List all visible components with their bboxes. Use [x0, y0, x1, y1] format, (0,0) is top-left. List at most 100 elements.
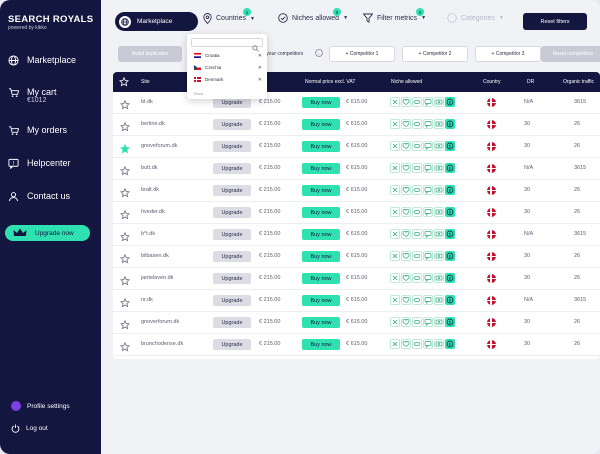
buy-now-button[interactable]: Buy now — [302, 229, 340, 240]
sidebar-item-orders[interactable]: My orders — [7, 124, 67, 136]
sidebar-item-contact[interactable]: Contact us — [7, 190, 70, 202]
site-name[interactable]: butt.dk — [141, 165, 158, 171]
pill-icon — [412, 229, 422, 239]
buy-now-button[interactable]: Buy now — [302, 273, 340, 284]
site-name[interactable]: brunchodense.dk — [141, 341, 183, 347]
competitor-1-button[interactable]: + Competitor 1 — [329, 46, 395, 62]
site-name[interactable]: gnoveforum.dk — [141, 143, 177, 149]
site-name[interactable]: nr.dk — [141, 297, 153, 303]
chevron-down-icon: ▼ — [421, 15, 427, 21]
favorite-star-icon[interactable] — [119, 207, 131, 225]
remove-icon[interactable]: ✕ — [258, 65, 262, 71]
old-price: € 215.00 — [259, 319, 281, 325]
buy-now-button[interactable]: Buy now — [302, 339, 340, 350]
dr-header[interactable]: DR — [527, 79, 534, 85]
site-header[interactable]: Site — [141, 79, 150, 85]
buy-now-button[interactable]: Buy now — [302, 163, 340, 174]
site-name[interactable]: bilbasen.dk — [141, 253, 169, 259]
upgrade-button[interactable]: Upgrade — [213, 295, 251, 306]
competitor-3-button[interactable]: + Competitor 3 — [475, 46, 541, 62]
upgrade-button[interactable]: Upgrade — [213, 229, 251, 240]
competitor-2-button[interactable]: + Competitor 2 — [402, 46, 468, 62]
favorite-star-icon[interactable] — [119, 295, 131, 313]
traffic-header[interactable]: Organic traffic — [563, 79, 594, 85]
reset-competitors-button[interactable]: Reset competitors — [541, 46, 600, 62]
site-name[interactable]: bralt.dk — [141, 187, 159, 193]
buy-now-button[interactable]: Buy now — [302, 141, 340, 152]
niches-header[interactable]: Niche allowed — [391, 79, 422, 85]
favorite-star-icon[interactable] — [119, 317, 131, 335]
remove-icon[interactable]: ✕ — [258, 53, 262, 59]
favorite-star-icon[interactable] — [119, 273, 131, 291]
upgrade-button[interactable]: Upgrade — [213, 251, 251, 262]
casino-icon — [390, 207, 400, 217]
dropdown-item-czechia[interactable]: Czechia ✕ — [194, 65, 262, 71]
site-name[interactable]: bt.dk — [141, 99, 153, 105]
upgrade-button[interactable]: Upgrade — [213, 273, 251, 284]
buy-now-button[interactable]: Buy now — [302, 97, 340, 108]
favorite-star-icon[interactable] — [119, 141, 131, 159]
denmark-flag-icon — [487, 296, 496, 305]
buy-now-button[interactable]: Buy now — [302, 207, 340, 218]
dropdown-item-denmark[interactable]: Denmark ✕ — [194, 77, 262, 83]
upgrade-button[interactable]: Upgrade — [213, 339, 251, 350]
upgrade-button[interactable]: Upgrade — [213, 317, 251, 328]
upgrade-button[interactable]: Upgrade — [213, 185, 251, 196]
pill-icon — [412, 339, 422, 349]
cart-total: €1012 — [27, 97, 47, 104]
country-header[interactable]: Country — [483, 79, 501, 85]
buy-now-button[interactable]: Buy now — [302, 251, 340, 262]
upgrade-button[interactable]: Upgrade — [213, 141, 251, 152]
dropdown-search-input[interactable] — [191, 38, 263, 52]
favorite-star-icon[interactable] — [119, 119, 131, 137]
favorite-star-icon[interactable] — [119, 339, 131, 357]
niches-filter[interactable]: 0 Niches allowed ▼ — [278, 8, 348, 23]
favorite-star-icon[interactable] — [119, 229, 131, 247]
countries-filter[interactable]: 1 Countries ▼ — [203, 8, 255, 24]
niche-icons: ₿ — [390, 273, 456, 283]
upgrade-button[interactable]: Upgrade — [213, 207, 251, 218]
upgrade-button[interactable]: Upgrade — [213, 119, 251, 130]
profile-settings-link[interactable]: Profile settings — [11, 401, 70, 411]
logout-label: Log out — [26, 425, 48, 432]
upgrade-now-button[interactable]: Upgrade now — [5, 225, 90, 241]
favorite-star-icon[interactable] — [119, 251, 131, 269]
reset-filters-button[interactable]: Reset filters — [523, 13, 587, 30]
logout-link[interactable]: Log out — [11, 424, 48, 433]
dropdown-item-croatia[interactable]: Croatia ✕ — [194, 53, 262, 59]
buy-now-button[interactable]: Buy now — [302, 295, 340, 306]
pill-icon — [412, 317, 422, 327]
site-name[interactable]: hveder.dk — [141, 209, 165, 215]
price: € 615.00 — [346, 143, 368, 149]
info-icon[interactable]: i — [315, 49, 323, 57]
orders-cart-icon — [7, 124, 19, 136]
dropdown-reset-link[interactable]: Reset — [194, 92, 203, 96]
price: € 615.00 — [346, 319, 368, 325]
categories-filter[interactable]: Categories ▼ — [447, 13, 504, 23]
dropdown-item-label: Denmark — [205, 77, 224, 82]
favorite-star-icon[interactable] — [119, 185, 131, 203]
buy-now-button[interactable]: Buy now — [302, 119, 340, 130]
sidebar-item-helpcenter[interactable]: ! Helpcenter — [7, 157, 71, 169]
metrics-label: Filter metrics — [377, 14, 418, 22]
metrics-filter[interactable]: 0 Filter metrics ▼ — [363, 8, 427, 23]
remove-icon[interactable]: ✕ — [258, 77, 262, 83]
buy-now-button[interactable]: Buy now — [302, 317, 340, 328]
favorite-star-icon[interactable] — [119, 163, 131, 181]
marketplace-tab[interactable]: Marketplace — [115, 12, 198, 31]
price: € 615.00 — [346, 99, 368, 105]
crypto-icon: ₿ — [445, 163, 455, 173]
upgrade-button[interactable]: Upgrade — [213, 163, 251, 174]
site-name[interactable]: b*t.dk — [141, 231, 155, 237]
price-header[interactable]: Normal price excl. VAT — [305, 79, 355, 85]
site-name[interactable]: jantelaven.dk — [141, 275, 173, 281]
site-name[interactable]: berline.dk — [141, 121, 165, 127]
categories-label: Categories — [461, 14, 495, 22]
buy-now-button[interactable]: Buy now — [302, 185, 340, 196]
countries-badge: 1 — [243, 8, 251, 16]
site-name[interactable]: gnoverforum.dk — [141, 319, 179, 325]
favorite-star-icon[interactable] — [119, 97, 131, 115]
sidebar-item-marketplace[interactable]: Marketplace — [7, 54, 76, 66]
funnel-icon — [363, 13, 373, 23]
avoid-duplicates-button[interactable]: Avoid duplicates — [118, 46, 182, 62]
